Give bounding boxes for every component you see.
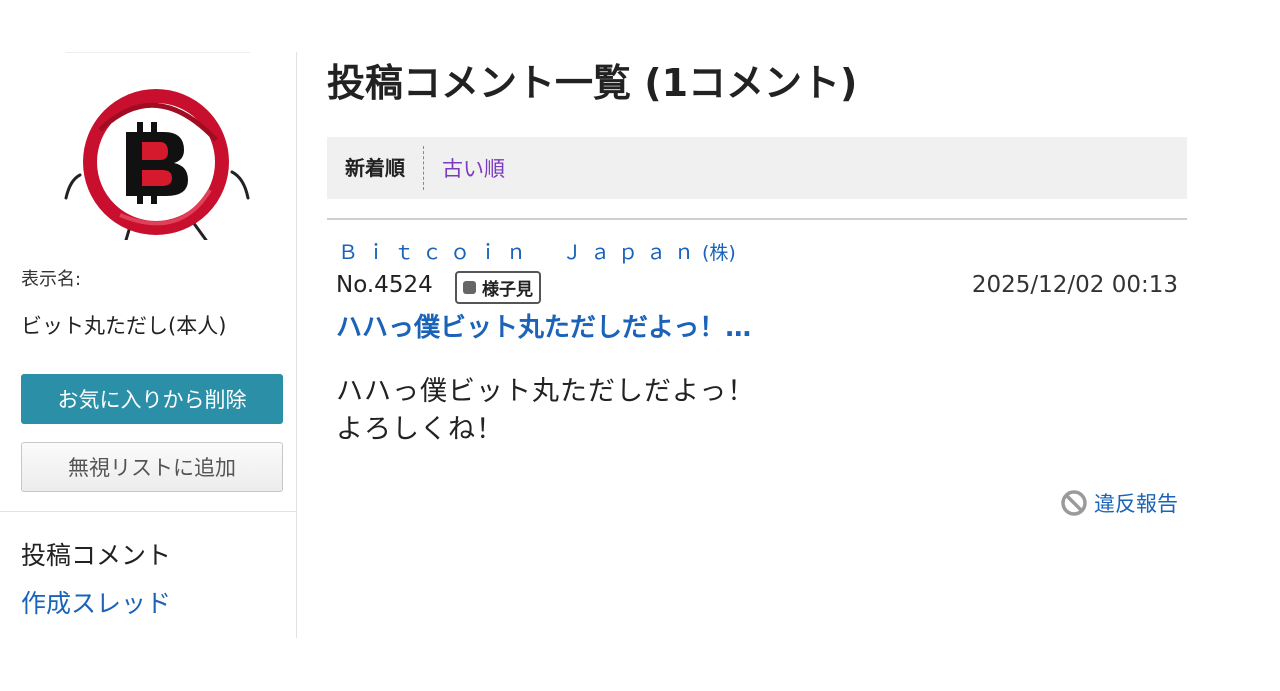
badge-label: 様子見 bbox=[482, 280, 533, 300]
comment-author-link[interactable]: Ｂｉｔｃｏｉｎ Ｊａｐａｎ(株) bbox=[338, 236, 736, 265]
avatar-divider bbox=[66, 52, 250, 53]
comment-body-line: よろしくね！ bbox=[336, 414, 504, 445]
add-ignore-list-button[interactable]: 無視リストに追加 bbox=[21, 442, 283, 492]
report-link[interactable]: 違反報告 bbox=[1060, 488, 1178, 518]
comment-body-line: ハハっ僕ビット丸ただしだよっ！ bbox=[336, 376, 756, 407]
display-name-label: 表示名: bbox=[21, 269, 82, 290]
avatar bbox=[60, 80, 256, 242]
comment-body: ハハっ僕ビット丸ただしだよっ！ よろしくね！ bbox=[336, 373, 755, 449]
nav-posted-comments: 投稿コメント bbox=[21, 541, 172, 570]
display-name-value: ビット丸ただし(本人) bbox=[21, 314, 227, 338]
nav-created-threads-link[interactable]: 作成スレッド bbox=[21, 584, 171, 620]
sort-bar: 新着順 古い順 bbox=[327, 137, 1187, 199]
comment-number: No.4524 bbox=[336, 272, 433, 298]
comment-title-link[interactable]: ハハっ僕ビット丸ただしだよっ！… bbox=[336, 307, 751, 344]
sort-oldest-link[interactable]: 古い順 bbox=[442, 153, 505, 183]
user-sidebar: 表示名: ビット丸ただし(本人) お気に入りから削除 無視リストに追加 投稿コメ… bbox=[0, 52, 297, 638]
comment-divider bbox=[327, 218, 1187, 220]
square-dot-icon bbox=[463, 281, 476, 294]
author-suffix: (株) bbox=[702, 242, 736, 264]
main-content: 投稿コメント一覧 (1コメント) 新着順 古い順 Ｂｉｔｃｏｉｎ Ｊａｐａｎ(株… bbox=[327, 0, 1187, 691]
sort-newest-tab: 新着順 bbox=[345, 146, 424, 190]
author-name: Ｂｉｔｃｏｉｎ Ｊａｐａｎ bbox=[338, 240, 702, 264]
report-label: 違反報告 bbox=[1094, 492, 1178, 516]
page-title: 投稿コメント一覧 (1コメント) bbox=[327, 61, 858, 105]
sidebar-divider bbox=[0, 511, 297, 512]
remove-favorite-button[interactable]: お気に入りから削除 bbox=[21, 374, 283, 424]
sentiment-badge: 様子見 bbox=[455, 271, 541, 304]
prohibited-icon bbox=[1061, 490, 1087, 516]
page: 表示名: ビット丸ただし(本人) お気に入りから削除 無視リストに追加 投稿コメ… bbox=[0, 0, 1280, 691]
bitcoin-mascot-icon bbox=[64, 89, 250, 242]
comment-timestamp: 2025/12/02 00:13 bbox=[971, 272, 1178, 298]
